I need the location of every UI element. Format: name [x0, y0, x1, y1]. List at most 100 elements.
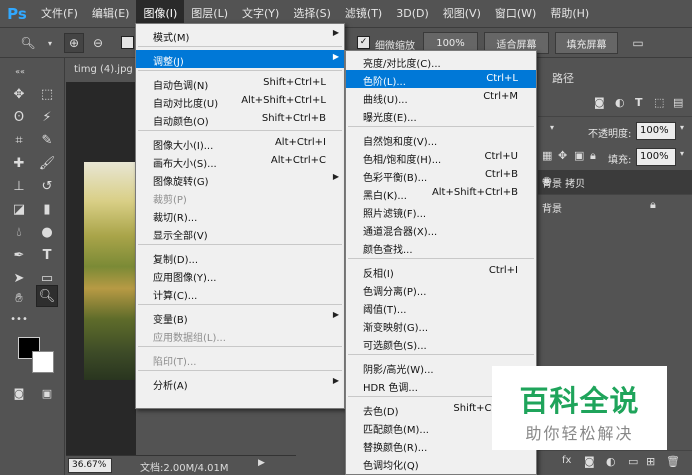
- gradient-tool-icon[interactable]: ▮: [36, 198, 58, 220]
- adjust-menu-item-5[interactable]: 自然饱和度(V)...: [346, 130, 536, 148]
- image-menu-item-10[interactable]: 图像旋转(G) ▶: [136, 170, 344, 188]
- image-menu-item-6[interactable]: 自动颜色(O) Shift+Ctrl+B: [136, 110, 344, 128]
- image-menu-item-17[interactable]: 计算(C)...: [136, 284, 344, 302]
- zoom-out-icon[interactable]: ⊖: [88, 33, 108, 53]
- menu-3d[interactable]: 3D(D): [389, 0, 436, 27]
- menu-view[interactable]: 视图(V): [436, 0, 488, 27]
- opacity-chevron-icon[interactable]: ▾: [680, 123, 684, 132]
- hand-tool-icon[interactable]: ✋︎: [8, 287, 30, 309]
- clone-stamp-tool-icon[interactable]: ⊥: [8, 175, 30, 197]
- menu-file[interactable]: 文件(F): [34, 0, 85, 27]
- more-tools-icon[interactable]: •••: [8, 308, 30, 330]
- dodge-tool-icon[interactable]: ●: [36, 221, 58, 243]
- type-tool-icon[interactable]: T: [36, 244, 58, 266]
- adjust-menu-item-14[interactable]: 色调分离(P)...: [346, 280, 536, 298]
- background-color-swatch[interactable]: [32, 351, 54, 373]
- adjust-menu-item-10[interactable]: 通道混合器(X)...: [346, 220, 536, 238]
- status-arrow-icon[interactable]: ▶: [258, 458, 265, 468]
- magic-wand-tool-icon[interactable]: ⚡: [36, 106, 58, 128]
- scrubby-zoom-checkbox[interactable]: ✓: [357, 36, 370, 49]
- move-tool-icon[interactable]: ✥: [8, 83, 30, 105]
- adjustment-layer-icon[interactable]: ◐: [606, 455, 616, 468]
- filter-pixel-icon[interactable]: ◙: [594, 96, 605, 109]
- image-menu-item-0[interactable]: 模式(M) ▶: [136, 26, 344, 44]
- image-menu-item-19[interactable]: 变量(B) ▶: [136, 308, 344, 326]
- adjust-menu-item-13[interactable]: 反相(I) Ctrl+I: [346, 262, 536, 280]
- adjust-menu-item-8[interactable]: 黑白(K)... Alt+Shift+Ctrl+B: [346, 184, 536, 202]
- zoom-tool-icon[interactable]: 🔍︎: [36, 285, 58, 307]
- adjust-menu-item-1[interactable]: 色阶(L)... Ctrl+L: [346, 70, 536, 88]
- menu-filter[interactable]: 滤镜(T): [338, 0, 389, 27]
- image-menu-item-2[interactable]: 调整(J) ▶: [136, 50, 344, 68]
- zoom-tool-icon[interactable]: 🔍︎: [18, 33, 38, 53]
- lock-all-icon[interactable]: ▦: [542, 149, 552, 162]
- history-brush-tool-icon[interactable]: ↺: [36, 175, 58, 197]
- adjust-menu-item-25[interactable]: 色调均化(Q): [346, 454, 536, 472]
- adjust-menu-item-7[interactable]: 色彩平衡(B)... Ctrl+B: [346, 166, 536, 184]
- image-menu-item-5[interactable]: 自动对比度(U) Alt+Shift+Ctrl+L: [136, 92, 344, 110]
- image-menu-item-13[interactable]: 显示全部(V): [136, 224, 344, 242]
- menu-window[interactable]: 窗口(W): [488, 0, 543, 27]
- menu-item-label: 图像旋转(G): [153, 177, 209, 188]
- panel-tab-paths[interactable]: 路径: [552, 70, 574, 86]
- resize-windows-checkbox[interactable]: [121, 36, 134, 49]
- adjust-menu-item-16[interactable]: 渐变映射(G)...: [346, 316, 536, 334]
- document-tab[interactable]: timg (4).jpg: [66, 58, 136, 82]
- path-selection-tool-icon[interactable]: ➤: [8, 267, 30, 289]
- adjust-menu-item-6[interactable]: 色相/饱和度(H)... Ctrl+U: [346, 148, 536, 166]
- filter-adjust-icon[interactable]: ◐: [615, 96, 625, 109]
- blur-tool-icon[interactable]: 💧︎: [8, 221, 30, 243]
- fill-screen-button[interactable]: 填充屏幕: [555, 32, 618, 54]
- image-menu-item-15[interactable]: 复制(D)...: [136, 248, 344, 266]
- lock-icon[interactable]: 🔒︎: [590, 149, 596, 163]
- brush-tool-icon[interactable]: 🖌︎: [36, 152, 58, 174]
- adjust-menu-item-3[interactable]: 曝光度(E)...: [346, 106, 536, 124]
- menu-item-shortcut: Alt+Ctrl+I: [274, 137, 326, 148]
- zoom-level-field[interactable]: 36.67%: [68, 458, 112, 473]
- eyedropper-tool-icon[interactable]: ✎: [36, 129, 58, 151]
- adjust-menu-item-17[interactable]: 可选颜色(S)...: [346, 334, 536, 352]
- layer-row-background[interactable]: 背景 🔒︎: [538, 194, 692, 218]
- lasso-tool-icon[interactable]: ʘ: [8, 106, 30, 128]
- new-layer-icon[interactable]: ⊞: [646, 455, 655, 468]
- delete-layer-icon[interactable]: 🗑︎: [666, 455, 680, 468]
- image-menu-item-16[interactable]: 应用图像(Y)...: [136, 266, 344, 284]
- adjust-menu-item-9[interactable]: 照片滤镜(F)...: [346, 202, 536, 220]
- layer-group-icon[interactable]: ▭: [628, 455, 638, 468]
- filter-type-icon[interactable]: T: [635, 96, 643, 109]
- layer-row-background-copy[interactable]: ◉ 背景 拷贝: [538, 170, 692, 194]
- fill-field[interactable]: 100%: [636, 148, 676, 166]
- zoom-in-icon[interactable]: ⊕: [64, 33, 84, 53]
- pen-tool-icon[interactable]: ✒: [8, 244, 30, 266]
- image-menu-item-8[interactable]: 图像大小(I)... Alt+Ctrl+I: [136, 134, 344, 152]
- toolbar-collapse-icon[interactable]: ««: [9, 60, 31, 82]
- adjust-menu-item-0[interactable]: 亮度/对比度(C)...: [346, 52, 536, 70]
- image-menu-item-4[interactable]: 自动色调(N) Shift+Ctrl+L: [136, 74, 344, 92]
- image-menu-item-9[interactable]: 画布大小(S)... Alt+Ctrl+C: [136, 152, 344, 170]
- crop-tool-icon[interactable]: ⌗: [8, 129, 30, 151]
- layer-mask-icon[interactable]: ◙: [584, 455, 595, 468]
- filter-shape-icon[interactable]: ⬚: [654, 96, 664, 109]
- fill-chevron-icon[interactable]: ▾: [680, 149, 684, 158]
- image-menu-item-24[interactable]: 分析(A) ▶: [136, 374, 344, 392]
- marquee-tool-icon[interactable]: ⬚: [36, 83, 58, 105]
- filter-smart-icon[interactable]: ▤: [673, 96, 683, 109]
- healing-brush-tool-icon[interactable]: ✚: [8, 152, 30, 174]
- image-menu-item-12[interactable]: 裁切(R)...: [136, 206, 344, 224]
- blend-mode-chevron-icon[interactable]: ▾: [550, 123, 554, 132]
- menu-help[interactable]: 帮助(H): [543, 0, 596, 27]
- menu-edit[interactable]: 编辑(E): [85, 0, 137, 27]
- screen-mode-icon[interactable]: ▣: [36, 382, 58, 404]
- workspace-icon[interactable]: ▭: [628, 33, 648, 53]
- submenu-arrow-icon: ▶: [332, 28, 339, 37]
- adjust-menu-item-11[interactable]: 颜色查找...: [346, 238, 536, 256]
- lock-position-icon[interactable]: ✥: [558, 149, 567, 162]
- adjust-menu-item-15[interactable]: 阈值(T)...: [346, 298, 536, 316]
- adjust-menu-item-2[interactable]: 曲线(U)... Ctrl+M: [346, 88, 536, 106]
- lock-artboard-icon[interactable]: ▣: [574, 149, 584, 162]
- layer-fx-icon[interactable]: fx: [562, 455, 571, 466]
- opacity-field[interactable]: 100%: [636, 122, 676, 140]
- quick-mask-icon[interactable]: ◙: [8, 382, 30, 404]
- eraser-tool-icon[interactable]: ◪: [8, 198, 30, 220]
- chevron-down-icon[interactable]: ▾: [40, 33, 60, 53]
